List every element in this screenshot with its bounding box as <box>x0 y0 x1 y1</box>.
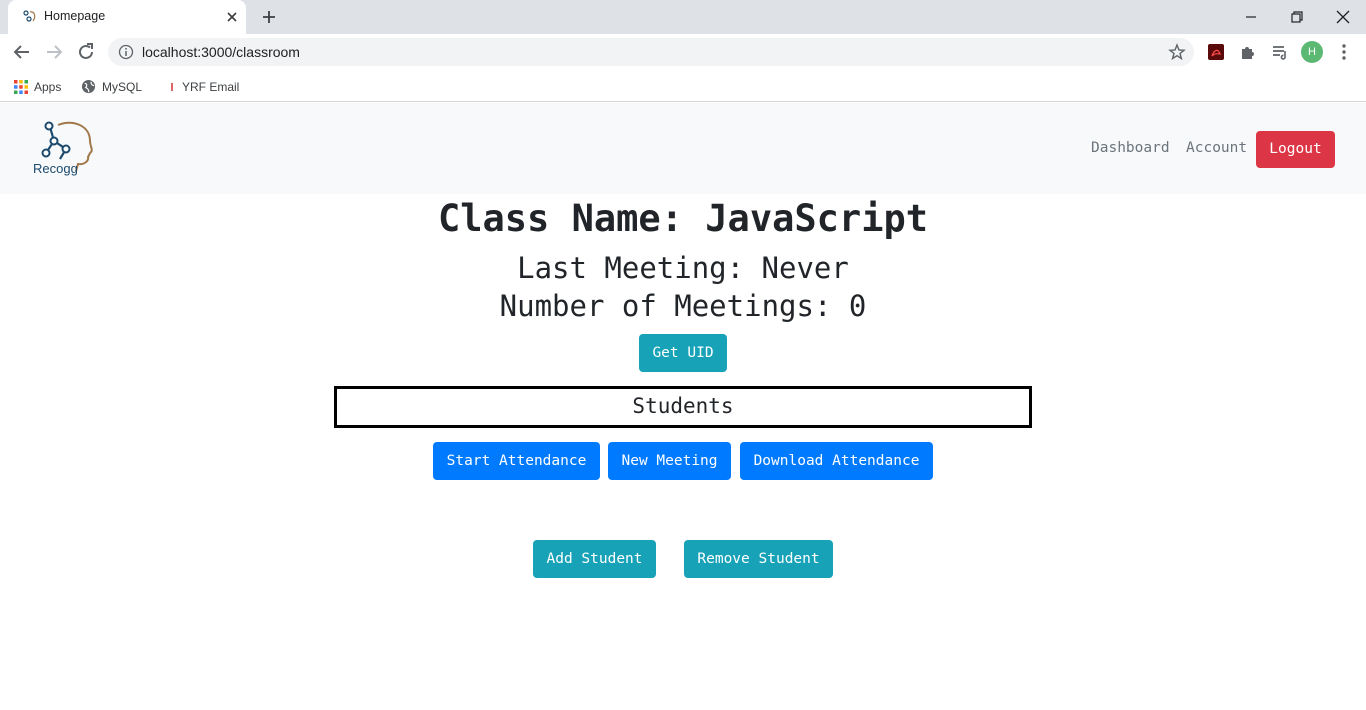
close-window-icon[interactable] <box>1332 6 1354 28</box>
restore-icon[interactable] <box>1286 6 1308 28</box>
url-text[interactable]: localhost:3000/classroom <box>142 44 300 60</box>
class-title: Class Name: JavaScript <box>437 197 929 240</box>
back-arrow-icon[interactable] <box>11 41 33 63</box>
nav-link-account[interactable]: Account <box>1186 140 1247 156</box>
minimize-icon[interactable] <box>1240 6 1262 28</box>
bookmark-label: MySQL <box>102 79 143 94</box>
close-tab-icon[interactable] <box>224 9 240 25</box>
recogg-favicon-icon <box>23 10 36 22</box>
meeting-count-text: Number of Meetings: 0 <box>499 289 867 323</box>
menu-kebab-icon[interactable] <box>1334 42 1354 62</box>
tab-title: Homepage <box>44 9 106 23</box>
remove-student-button[interactable]: Remove Student <box>684 540 833 578</box>
address-bar[interactable]: localhost:3000/classroom <box>108 38 1194 66</box>
site-navbar: Recogg Dashboard Account Logout <box>0 103 1366 194</box>
pdf-extension-icon[interactable] <box>1206 42 1226 62</box>
last-meeting-text: Last Meeting: Never <box>517 251 849 285</box>
nav-link-dashboard[interactable]: Dashboard <box>1091 140 1170 156</box>
browser-tab[interactable]: Homepage <box>8 0 246 34</box>
browser-toolbar: localhost:3000/classroom <box>0 34 1366 70</box>
bookmarks-bar: Apps MySQL YRF Email <box>0 70 1366 102</box>
get-uid-button[interactable]: Get UID <box>639 334 727 372</box>
bookmark-label: YRF Email <box>182 79 240 94</box>
forward-arrow-icon[interactable] <box>43 41 65 63</box>
bookmark-label: Apps <box>34 79 62 94</box>
info-icon[interactable] <box>118 44 134 60</box>
new-meeting-button[interactable]: New Meeting <box>608 442 731 480</box>
logout-button[interactable]: Logout <box>1256 131 1335 168</box>
profile-avatar[interactable]: H <box>1301 41 1323 63</box>
extensions-puzzle-icon[interactable] <box>1238 42 1258 62</box>
media-queue-icon[interactable] <box>1270 42 1290 62</box>
students-panel: Students <box>334 386 1032 428</box>
bookmark-mysql[interactable]: MySQL <box>81 77 142 95</box>
students-heading: Students <box>632 394 734 418</box>
globe-icon <box>81 80 96 94</box>
classroom-main: Class Name: JavaScript Last Meeting: Nev… <box>0 194 1366 710</box>
bookmark-yrf-email[interactable]: YRF Email <box>168 77 239 95</box>
download-attendance-button[interactable]: Download Attendance <box>740 442 933 480</box>
yrf-email-icon <box>171 82 173 91</box>
start-attendance-button[interactable]: Start Attendance <box>433 442 600 480</box>
add-student-button[interactable]: Add Student <box>533 540 656 578</box>
apps-grid-icon <box>14 79 28 94</box>
brand-name: Recogg <box>33 161 78 176</box>
bookmark-star-icon[interactable] <box>1168 43 1186 61</box>
new-tab-icon[interactable] <box>260 8 278 26</box>
bookmark-apps[interactable]: Apps <box>14 77 61 95</box>
browser-tabstrip: Homepage <box>0 0 1366 34</box>
reload-icon[interactable] <box>75 41 97 63</box>
